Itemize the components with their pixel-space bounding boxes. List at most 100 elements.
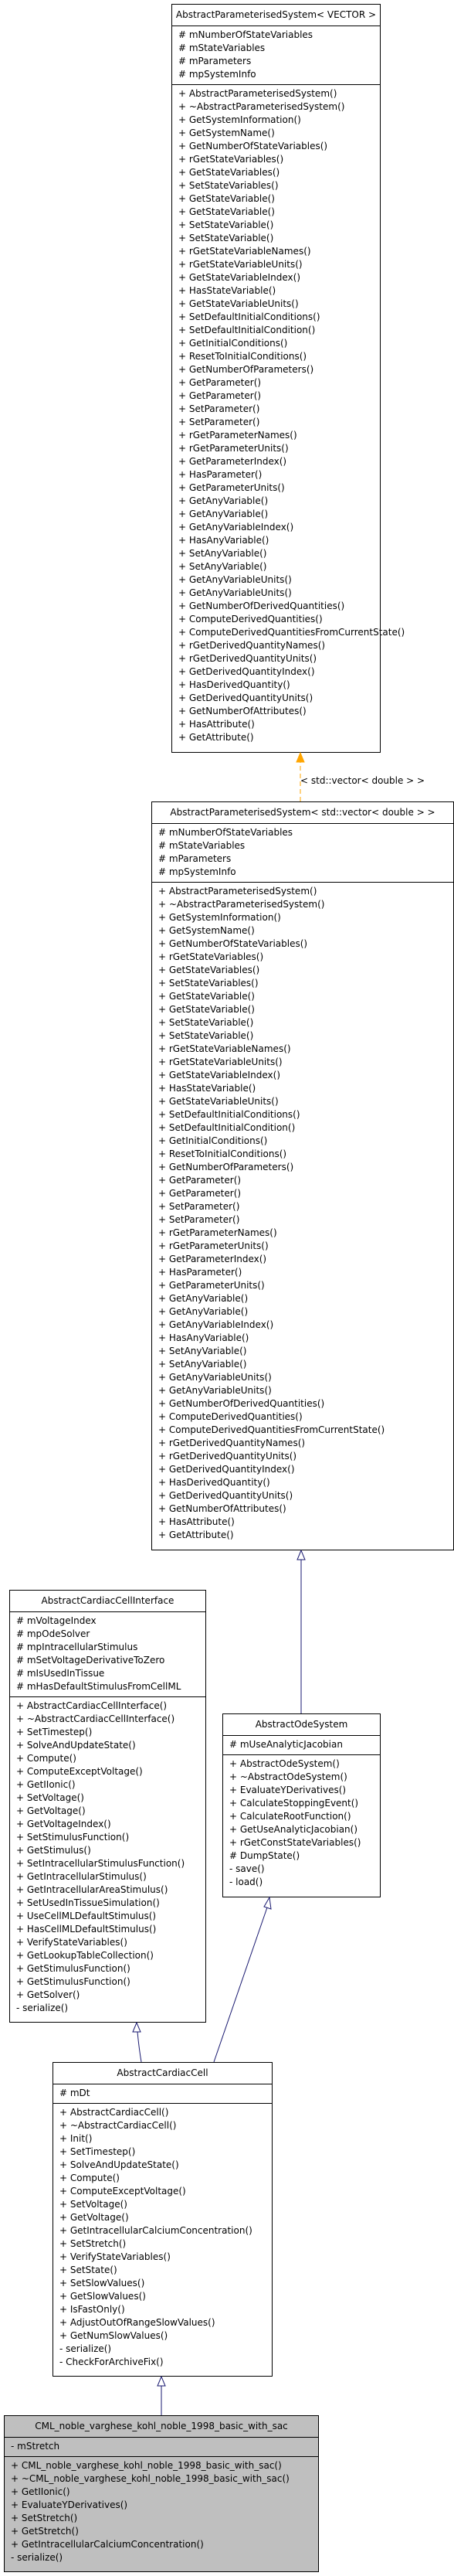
methods-section: + CML_noble_varghese_kohl_noble_1998_bas…: [5, 2457, 318, 2567]
method-item: + rGetDerivedQuantityNames(): [178, 640, 326, 651]
method-item: + GetIntracellularCalciumConcentration(): [59, 2225, 252, 2236]
method-item: + SetParameter(): [178, 403, 260, 414]
method-item: + rGetParameterNames(): [158, 1227, 277, 1238]
method-item: + SetStateVariable(): [158, 1030, 254, 1041]
method-item: + rGetDerivedQuantityNames(): [158, 1438, 306, 1448]
cell-to-ode-edge: [213, 1907, 268, 2063]
method-item: + SetStimulusFunction(): [16, 1832, 130, 1843]
attributes-section: # mNumberOfStateVariables # mStateVariabl…: [172, 26, 380, 85]
method-item: + GetSystemInformation(): [178, 114, 301, 125]
method-item: + SetVoltage(): [16, 1792, 84, 1803]
attribute-item: # mIsUsedInTissue: [16, 1668, 105, 1679]
method-item: + GetParameter(): [178, 390, 262, 401]
class-abstract-parameterised-system-std-vector-double[interactable]: AbstractParameterisedSystem< std::vector…: [151, 801, 454, 1550]
method-item: + SetUsedInTissueSimulation(): [16, 1897, 160, 1908]
method-item: + GetAnyVariable(): [178, 495, 269, 506]
methods-section: + AbstractCardiacCellInterface() + ~Abstr…: [10, 1697, 205, 2018]
method-item: + GetNumSlowValues(): [59, 2330, 168, 2341]
attribute-item: # mUseAnalyticJacobian: [229, 1739, 343, 1750]
method-item: + GetSlowValues(): [59, 2291, 146, 2302]
method-item: + HasDerivedQuantity(): [158, 1477, 270, 1488]
method-item: + GetVoltage(): [16, 1805, 86, 1816]
method-item: + GetLookupTableCollection(): [16, 1950, 154, 1961]
method-item: + GetAttribute(): [178, 732, 254, 743]
method-item: + SetSlowValues(): [59, 2278, 145, 2288]
attribute-item: # mSetVoltageDerivativeToZero: [16, 1655, 165, 1666]
method-item: - save(): [229, 1863, 265, 1874]
method-item: + ResetToInitialConditions(): [158, 1148, 287, 1159]
cml-to-cell-arrowhead-icon: [157, 2375, 166, 2387]
method-item: + AbstractOdeSystem(): [229, 1758, 340, 1769]
method-item: + rGetStateVariableNames(): [178, 246, 311, 257]
method-item: + GetNumberOfDerivedQuantities(): [158, 1398, 325, 1409]
method-item: + Compute(): [59, 2173, 120, 2183]
method-item: + GetParameterUnits(): [158, 1280, 265, 1291]
method-item: + ~CML_noble_varghese_kohl_noble_1998_ba…: [11, 2473, 290, 2484]
method-item: + GetNumberOfParameters(): [178, 364, 314, 375]
method-item: - CheckForArchiveFix(): [59, 2357, 164, 2367]
method-item: + GetDerivedQuantityIndex(): [158, 1464, 295, 1475]
method-item: + GetAnyVariableIndex(): [178, 522, 294, 533]
attributes-section: # mUseAnalyticJacobian: [223, 1736, 380, 1755]
method-item: + IsFastOnly(): [59, 2304, 125, 2315]
method-item: + SolveAndUpdateState(): [16, 1740, 136, 1751]
method-item: + GetIntracellularCalciumConcentration(): [11, 2539, 204, 2550]
method-item: + GetAnyVariableUnits(): [178, 587, 292, 598]
method-item: + GetAnyVariable(): [178, 509, 269, 519]
method-item: + SetState(): [59, 2265, 117, 2275]
class-abstract-parameterised-system-vector[interactable]: AbstractParameterisedSystem< VECTOR > # m…: [171, 4, 405, 753]
method-item: + UseCellMLDefaultStimulus(): [16, 1911, 157, 1921]
method-item: + AdjustOutOfRangeSlowValues(): [59, 2317, 215, 2328]
method-item: + GetNumberOfAttributes(): [158, 1503, 286, 1514]
class-abstract-cardiac-cell-interface[interactable]: AbstractCardiacCellInterface # mVoltageIn…: [9, 1590, 206, 2023]
attribute-item: # mParameters: [158, 853, 232, 864]
method-item: - serialize(): [59, 2343, 112, 2354]
attribute-item: # mStateVariables: [178, 43, 266, 53]
method-item: + HasDerivedQuantity(): [178, 679, 290, 690]
method-item: + SetDefaultInitialConditions(): [158, 1109, 300, 1120]
method-item: + ~AbstractCardiacCell(): [59, 2120, 177, 2131]
method-item: + GetStateVariable(): [178, 206, 275, 217]
attributes-section: # mVoltageIndex # mpOdeSolver # mpIntracel…: [10, 1612, 205, 1697]
method-item: - serialize(): [11, 2552, 63, 2563]
method-item: + GetSystemName(): [178, 128, 275, 138]
method-item: + SetDefaultInitialCondition(): [158, 1122, 296, 1133]
attribute-item: # mDt: [59, 2088, 90, 2098]
class-abstract-cardiac-cell[interactable]: AbstractCardiacCell # mDt + AbstractCardia…: [53, 2062, 273, 2377]
method-item: + HasAttribute(): [158, 1516, 235, 1527]
method-item: + GetSystemInformation(): [158, 912, 281, 923]
method-item: # DumpState(): [229, 1850, 300, 1861]
method-item: + GetVoltageIndex(): [16, 1819, 111, 1829]
method-item: + ComputeDerivedQuantitiesFromCurrentSta…: [158, 1424, 385, 1435]
method-item: + AbstractCardiacCellInterface(): [16, 1700, 168, 1711]
attribute-item: # mStateVariables: [158, 840, 246, 851]
method-item: + SetParameter(): [178, 417, 260, 427]
method-item: + GetNumberOfParameters(): [158, 1162, 294, 1172]
method-item: + GetAttribute(): [158, 1530, 234, 1540]
method-item: + GetAnyVariableUnits(): [158, 1385, 272, 1396]
method-item: + GetDerivedQuantityIndex(): [178, 666, 315, 677]
method-item: + GetAnyVariable(): [158, 1293, 249, 1304]
class-name: AbstractParameterisedSystem< VECTOR >: [172, 5, 380, 26]
method-item: + SetDefaultInitialCondition(): [178, 325, 316, 335]
method-item: + rGetStateVariables(): [158, 951, 264, 962]
method-item: + SetStateVariables(): [158, 978, 259, 989]
class-name: AbstractParameterisedSystem< std::vector…: [152, 802, 453, 824]
cell-to-ode-arrowhead-icon: [263, 1896, 272, 1910]
method-item: - serialize(): [16, 2003, 69, 2013]
cell-to-interface-edge: [137, 2031, 142, 2063]
class-abstract-ode-system[interactable]: AbstractOdeSystem # mUseAnalyticJacobian +…: [222, 1713, 381, 1897]
method-item: + GetStateVariables(): [178, 167, 280, 178]
attributes-section: # mDt: [53, 2084, 272, 2104]
method-item: + GetStateVariableIndex(): [158, 1070, 281, 1080]
method-item: + HasAnyVariable(): [158, 1332, 249, 1343]
method-item: + EvaluateYDerivatives(): [11, 2499, 128, 2510]
method-item: + GetNumberOfDerivedQuantities(): [178, 601, 345, 611]
method-item: + GetDerivedQuantityUnits(): [158, 1490, 293, 1501]
method-item: + SetAnyVariable(): [158, 1359, 247, 1370]
method-item: + ~AbstractOdeSystem(): [229, 1771, 347, 1782]
methods-section: + AbstractOdeSystem() + ~AbstractOdeSyste…: [223, 1755, 380, 1892]
ode-to-aps-arrowhead-icon: [296, 1549, 306, 1560]
class-cml-noble-varghese-kohl-noble-1998-basic-with-sac[interactable]: CML_noble_varghese_kohl_noble_1998_basic…: [4, 2415, 319, 2572]
method-item: + GetStateVariableUnits(): [178, 298, 299, 309]
